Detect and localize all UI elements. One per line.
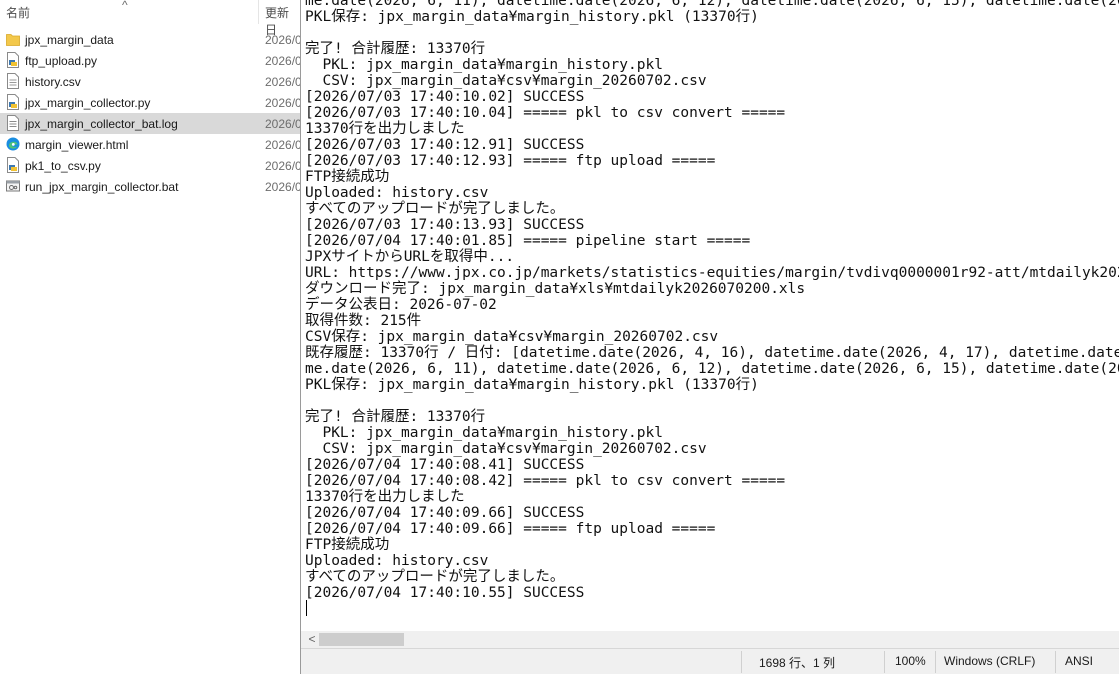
- python-file-icon: [6, 157, 20, 173]
- text-file-icon: [6, 115, 20, 131]
- horizontal-scrollbar[interactable]: <: [301, 631, 1119, 648]
- log-line: すべてのアップロードが完了しました。: [305, 201, 565, 217]
- log-line: [2026/07/04 17:40:10.55] SUCCESS: [305, 585, 585, 601]
- log-line: PKL: jpx_margin_data¥margin_history.pkl: [305, 57, 663, 73]
- text-caret: [306, 600, 307, 616]
- encoding: ANSI: [1065, 654, 1094, 668]
- text-editor-area[interactable]: me.date(2026, 6, 11), datetime.date(2026…: [305, 0, 1119, 630]
- sort-ascending-icon: ^: [122, 0, 128, 12]
- log-line: [2026/07/03 17:40:12.91] SUCCESS: [305, 137, 585, 153]
- file-date: 2026/0: [265, 96, 300, 110]
- file-name: run_jpx_margin_collector.bat: [25, 180, 179, 194]
- log-line: [2026/07/04 17:40:01.85] ===== pipeline …: [305, 233, 751, 249]
- name-column-header[interactable]: 名前: [6, 4, 30, 21]
- log-line: 既存履歴: 13370行 / 日付: [datetime.date(2026, …: [305, 345, 1119, 361]
- log-line: ダウンロード完了: jpx_margin_data¥xls¥mtdailyk20…: [305, 281, 806, 297]
- file-date: 2026/0: [265, 75, 300, 89]
- log-line: Uploaded: history.csv: [305, 185, 489, 201]
- zoom-level: 100%: [895, 654, 926, 668]
- status-divider: [1055, 651, 1056, 673]
- file-row[interactable]: run_jpx_margin_collector.bat 2026/0: [0, 176, 300, 197]
- log-line: 完了! 合計履歴: 13370行: [305, 409, 486, 425]
- file-row[interactable]: history.csv 2026/0: [0, 71, 300, 92]
- log-line: 取得件数: 215件: [305, 313, 422, 329]
- python-file-icon: [6, 94, 20, 110]
- status-divider: [741, 651, 742, 673]
- log-line: PKL保存: jpx_margin_data¥margin_history.pk…: [305, 9, 759, 25]
- log-line: CSV: jpx_margin_data¥csv¥margin_20260702…: [305, 73, 707, 89]
- status-bar: 1698 行、1 列 100% Windows (CRLF) ANSI: [301, 648, 1119, 674]
- line-ending: Windows (CRLF): [944, 654, 1036, 668]
- log-line: FTP接続成功: [305, 169, 390, 185]
- status-divider: [884, 651, 885, 673]
- log-line: Uploaded: history.csv: [305, 553, 489, 569]
- log-line: [2026/07/04 17:40:09.66] SUCCESS: [305, 505, 585, 521]
- log-line: CSV: jpx_margin_data¥csv¥margin_20260702…: [305, 441, 707, 457]
- log-line: 13370行を出力しました: [305, 121, 465, 137]
- log-line: 13370行を出力しました: [305, 489, 465, 505]
- status-divider: [935, 651, 936, 673]
- file-name: jpx_margin_collector.py: [25, 96, 151, 110]
- file-list: jpx_margin_data 2026/0 ftp_upload.py 2026/0…: [0, 29, 300, 197]
- file-row[interactable]: jpx_margin_data 2026/0: [0, 29, 300, 50]
- csv-file-icon: [6, 73, 20, 89]
- log-line: [2026/07/04 17:40:09.66] ===== ftp uploa…: [305, 521, 716, 537]
- log-line: me.date(2026, 6, 11), datetime.date(2026…: [305, 0, 1119, 9]
- file-name: jpx_margin_collector_bat.log: [25, 117, 178, 131]
- folder-icon: [6, 31, 20, 47]
- file-row[interactable]: margin_viewer.html 2026/0: [0, 134, 300, 155]
- file-date: 2026/0: [265, 117, 300, 131]
- column-header: 名前 ^ 更新日: [0, 0, 300, 37]
- file-row[interactable]: jpx_margin_collector.py 2026/0: [0, 92, 300, 113]
- log-line: データ公表日: 2026-07-02: [305, 297, 497, 313]
- file-row[interactable]: ftp_upload.py 2026/0: [0, 50, 300, 71]
- log-line: 完了! 合計履歴: 13370行: [305, 41, 486, 57]
- file-date: 2026/0: [265, 159, 300, 173]
- log-line: me.date(2026, 6, 11), datetime.date(2026…: [305, 361, 1119, 377]
- file-name: history.csv: [25, 75, 81, 89]
- column-divider[interactable]: [258, 0, 259, 24]
- log-line: PKL: jpx_margin_data¥margin_history.pkl: [305, 425, 663, 441]
- scroll-left-icon[interactable]: <: [305, 632, 319, 647]
- log-line: PKL保存: jpx_margin_data¥margin_history.pk…: [305, 377, 759, 393]
- notepad-window: me.date(2026, 6, 11), datetime.date(2026…: [300, 0, 1119, 674]
- log-line: [2026/07/03 17:40:13.93] SUCCESS: [305, 217, 585, 233]
- log-line: [2026/07/04 17:40:08.41] SUCCESS: [305, 457, 585, 473]
- file-date: 2026/0: [265, 33, 300, 47]
- log-line: URL: https://www.jpx.co.jp/markets/stati…: [305, 265, 1119, 281]
- file-row[interactable]: pk1_to_csv.py 2026/0: [0, 155, 300, 176]
- log-line: すべてのアップロードが完了しました。: [305, 569, 565, 585]
- edge-html-icon: [6, 136, 20, 152]
- log-line: JPXサイトからURLを取得中...: [305, 249, 515, 265]
- file-name: margin_viewer.html: [25, 138, 129, 152]
- log-line: FTP接続成功: [305, 537, 390, 553]
- log-line: [2026/07/03 17:40:10.04] ===== pkl to cs…: [305, 105, 786, 121]
- file-name: pk1_to_csv.py: [25, 159, 101, 173]
- scrollbar-thumb[interactable]: [319, 633, 404, 646]
- python-file-icon: [6, 52, 20, 68]
- file-name: ftp_upload.py: [25, 54, 98, 68]
- file-name: jpx_margin_data: [25, 33, 114, 47]
- log-line: [2026/07/04 17:40:08.42] ===== pkl to cs…: [305, 473, 786, 489]
- file-date: 2026/0: [265, 54, 300, 68]
- log-line: CSV保存: jpx_margin_data¥csv¥margin_202607…: [305, 329, 719, 345]
- log-text: me.date(2026, 6, 11), datetime.date(2026…: [305, 0, 1119, 601]
- file-row[interactable]: jpx_margin_collector_bat.log 2026/0: [0, 113, 300, 134]
- log-line: [2026/07/03 17:40:10.02] SUCCESS: [305, 89, 585, 105]
- file-date: 2026/0: [265, 138, 300, 152]
- cursor-position: 1698 行、1 列: [759, 656, 836, 670]
- file-explorer-pane: 名前 ^ 更新日 jpx_margin_data 2026/0 ftp_upload…: [0, 0, 300, 674]
- log-line: [2026/07/03 17:40:12.93] ===== ftp uploa…: [305, 153, 716, 169]
- file-date: 2026/0: [265, 180, 300, 194]
- batch-file-icon: [6, 178, 20, 194]
